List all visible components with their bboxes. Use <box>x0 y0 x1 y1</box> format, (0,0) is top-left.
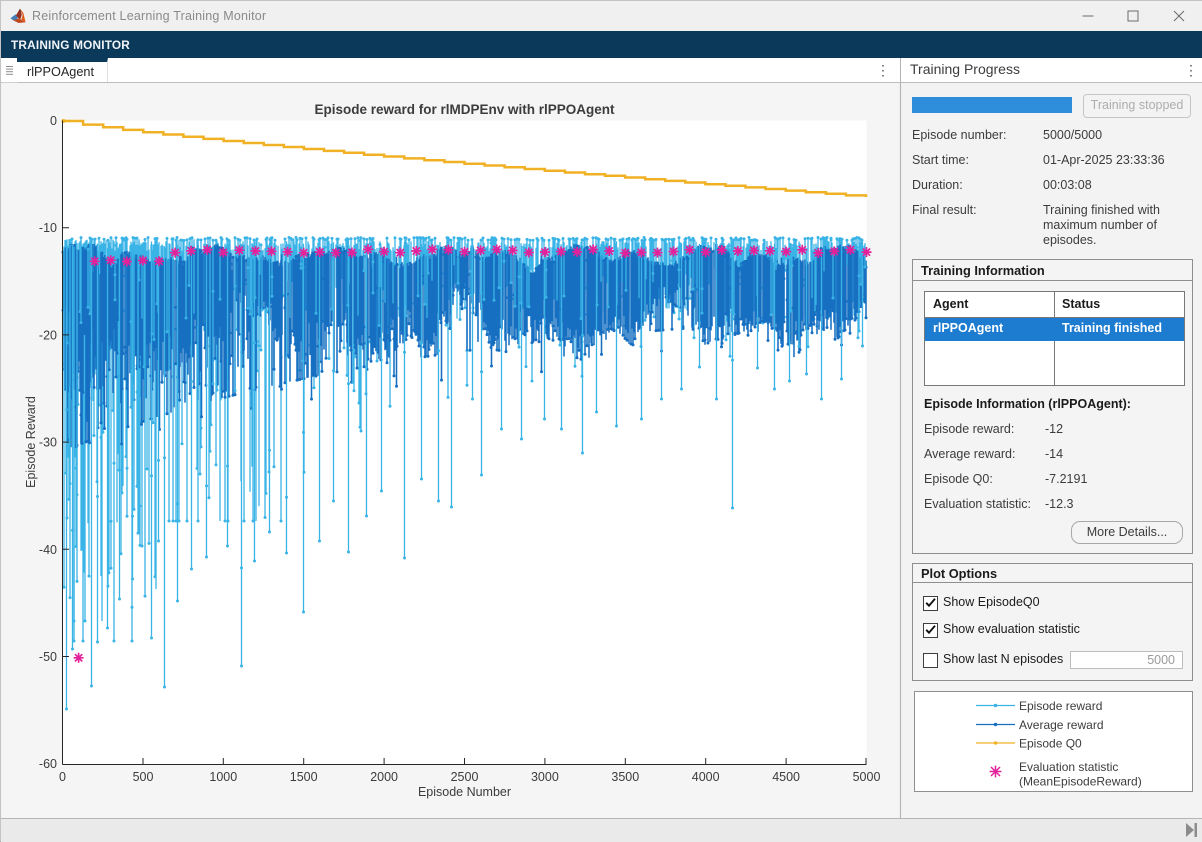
svg-text:Episode Number: Episode Number <box>418 785 511 799</box>
svg-text:-10: -10 <box>39 221 57 235</box>
svg-text:Episode reward for rlMDPEnv wi: Episode reward for rlMDPEnv with rlPPOAg… <box>314 102 615 117</box>
svg-text:-40: -40 <box>39 543 57 557</box>
svg-text:2000: 2000 <box>370 770 398 784</box>
svg-text:Episode Q0: Episode Q0 <box>1019 737 1082 751</box>
svg-text:-60: -60 <box>39 757 57 771</box>
svg-text:-20: -20 <box>39 328 57 342</box>
svg-text:Average reward: Average reward <box>1019 718 1104 732</box>
svg-text:4500: 4500 <box>772 770 800 784</box>
svg-text:(MeanEpisodeReward): (MeanEpisodeReward) <box>1019 775 1142 789</box>
svg-text:-30: -30 <box>39 436 57 450</box>
svg-text:0: 0 <box>50 114 57 128</box>
svg-text:0: 0 <box>59 770 66 784</box>
svg-text:3000: 3000 <box>531 770 559 784</box>
svg-text:500: 500 <box>133 770 154 784</box>
svg-text:Episode reward: Episode reward <box>1019 699 1102 713</box>
svg-text:-50: -50 <box>39 650 57 664</box>
svg-text:1500: 1500 <box>290 770 318 784</box>
svg-text:Evaluation statistic: Evaluation statistic <box>1019 760 1118 774</box>
svg-text:5000: 5000 <box>853 770 881 784</box>
svg-text:Episode Reward: Episode Reward <box>24 396 38 488</box>
svg-text:2500: 2500 <box>451 770 479 784</box>
svg-text:3500: 3500 <box>611 770 639 784</box>
svg-text:1000: 1000 <box>209 770 237 784</box>
svg-text:4000: 4000 <box>692 770 720 784</box>
